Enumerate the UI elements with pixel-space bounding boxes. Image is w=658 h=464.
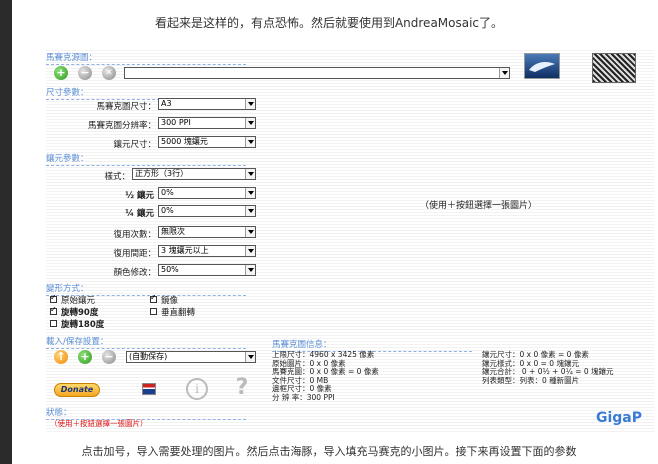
reuse-distance-select[interactable]: 3 塊鑲元以上 [158, 245, 256, 257]
x-icon: ✕ [105, 68, 113, 78]
reuse-count-select[interactable]: 無限次 [158, 226, 256, 238]
half-tile-select[interactable]: 0% [158, 187, 256, 199]
minus-icon: − [104, 350, 114, 363]
preview-icon[interactable] [592, 53, 636, 83]
load-settings-button[interactable]: ↑ [54, 350, 68, 364]
resolution-select[interactable]: 300 PPI [158, 117, 256, 129]
caption-bottom: 点击加号，导入需要处理的图片。然后点击海豚，导入填充马赛克的小图片。接下来再设置… [81, 445, 577, 458]
original-tile-checkbox[interactable]: 原始鑲元 [50, 293, 95, 306]
rotate90-checkbox[interactable]: 旋轉90度 [50, 305, 98, 318]
caption-top: 看起来是这样的，有点恐怖。然后就要使用到AndreaMosaic了。 [154, 16, 504, 30]
up-arrow-icon: ↑ [56, 350, 66, 363]
reuse-count-label: 復用次數： [113, 230, 156, 240]
andreamosaic-window: 馬賽克源圖： + − ✕ 尺寸參數： 馬賽克圖尺寸： A3 馬賽克圖分辨率： 3… [46, 50, 654, 432]
minus-icon: − [80, 66, 90, 79]
resolution-label: 馬賽克圖分辨率： [87, 121, 156, 131]
quarter-tile-label: ¼ 鑲元 [125, 209, 154, 219]
remove-image-button[interactable]: − [78, 66, 92, 80]
plus-icon: + [80, 350, 90, 363]
add-settings-button[interactable]: + [78, 350, 92, 364]
clear-image-button[interactable]: ✕ [102, 66, 116, 80]
rotate180-checkbox[interactable]: 旋轉180度 [50, 318, 104, 330]
left-dark-rail [0, 0, 12, 464]
info-icon[interactable]: i [186, 378, 208, 400]
mosaic-size-label: 馬賽克圖尺寸： [96, 102, 156, 112]
question-icon[interactable]: ? [232, 376, 252, 400]
vflip-checkbox[interactable]: 垂直翻轉 [150, 306, 195, 318]
info-left: 上限尺寸：4960 x 3425 像素 原始圖片：0 x 0 像素 馬賽克圖：0… [272, 350, 379, 403]
flag-icon[interactable] [142, 383, 156, 395]
gigapixel-logo: GigaP [596, 410, 643, 426]
tile-size-label: 鑲元尺寸： [113, 140, 156, 150]
color-change-select[interactable]: 50% [158, 264, 256, 276]
donate-button[interactable]: Donate [54, 383, 100, 397]
settings-select[interactable]: (自動保存) [126, 351, 256, 363]
section-loadsave-title: 載入/保存設置： [46, 335, 246, 349]
status-text: （使用＋按鈕選擇一張圖片） [50, 419, 148, 428]
mirror-checkbox[interactable]: 鏡像 [150, 293, 178, 306]
section-source-title: 馬賽克源圖： [46, 51, 246, 65]
section-tile-title: 鑲元參數： [46, 152, 246, 166]
info-list-type: 列表類型：列表：0 種新圖片 [482, 375, 580, 385]
style-select[interactable]: 正方形（3行） [132, 168, 256, 180]
half-tile-label: ½ 鑲元 [125, 191, 154, 201]
tile-size-select[interactable]: 5000 塊鑲元 [158, 136, 256, 148]
preview-message: （使用＋按鈕選擇一張圖片） [420, 201, 538, 211]
plus-icon: + [56, 66, 66, 79]
reuse-distance-label: 復用間距： [113, 249, 156, 259]
remove-settings-button[interactable]: − [102, 350, 116, 364]
style-label: 樣式： [104, 172, 130, 182]
quarter-tile-select[interactable]: 0% [158, 205, 256, 217]
info-right: 鑲元尺寸：0 x 0 像素 = 0 像素 鑲元樣式：0 x 0 = 0 塊鑲元 … [482, 350, 614, 385]
color-change-label: 顏色修改： [113, 268, 156, 278]
dolphin-icon[interactable] [524, 53, 560, 79]
info-resolution: 分 辨 率：300 PPI [272, 392, 335, 402]
source-image-path[interactable] [124, 67, 510, 79]
add-image-button[interactable]: + [54, 66, 68, 80]
mosaic-size-select[interactable]: A3 [158, 98, 256, 110]
